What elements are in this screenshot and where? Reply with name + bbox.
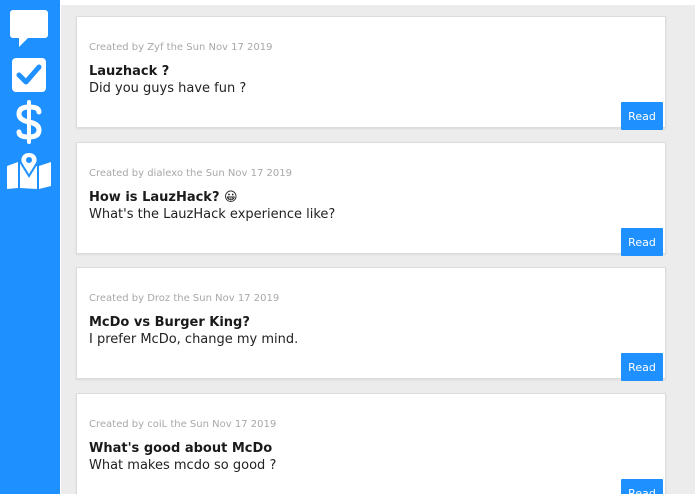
post-card: Created by Droz the Sun Nov 17 2019 McDo… [76,267,666,381]
post-title: Lauzhack ? [89,64,170,79]
post-body: What's the LauzHack experience like? [89,207,336,222]
post-meta: Created by coiL the Sun Nov 17 2019 [89,419,277,430]
map-icon[interactable] [6,150,52,190]
checkbox-icon[interactable] [6,57,52,93]
posts-feed: Created by Zyf the Sun Nov 17 2019 Lauzh… [61,5,695,494]
chat-icon[interactable] [6,8,52,48]
post-meta: Created by Droz the Sun Nov 17 2019 [89,293,280,304]
post-card: Created by coiL the Sun Nov 17 2019 What… [76,393,666,494]
read-button[interactable]: Read [621,479,663,494]
read-button[interactable]: Read [621,102,663,130]
post-body: Did you guys have fun ? [89,81,247,96]
post-title: How is LauzHack? 😀 [89,190,238,205]
post-meta: Created by dialexo the Sun Nov 17 2019 [89,168,292,179]
post-body: What makes mcdo so good ? [89,458,277,473]
post-card: Created by dialexo the Sun Nov 17 2019 H… [76,142,666,256]
post-card: Created by Zyf the Sun Nov 17 2019 Lauzh… [76,16,666,130]
post-body: I prefer McDo, change my mind. [89,332,299,347]
read-button[interactable]: Read [621,228,663,256]
dollar-icon[interactable] [6,100,52,144]
post-meta: Created by Zyf the Sun Nov 17 2019 [89,42,273,53]
read-button[interactable]: Read [621,353,663,381]
post-title: What's good about McDo [89,441,273,456]
post-title: McDo vs Burger King? [89,315,250,330]
sidebar [0,0,60,494]
